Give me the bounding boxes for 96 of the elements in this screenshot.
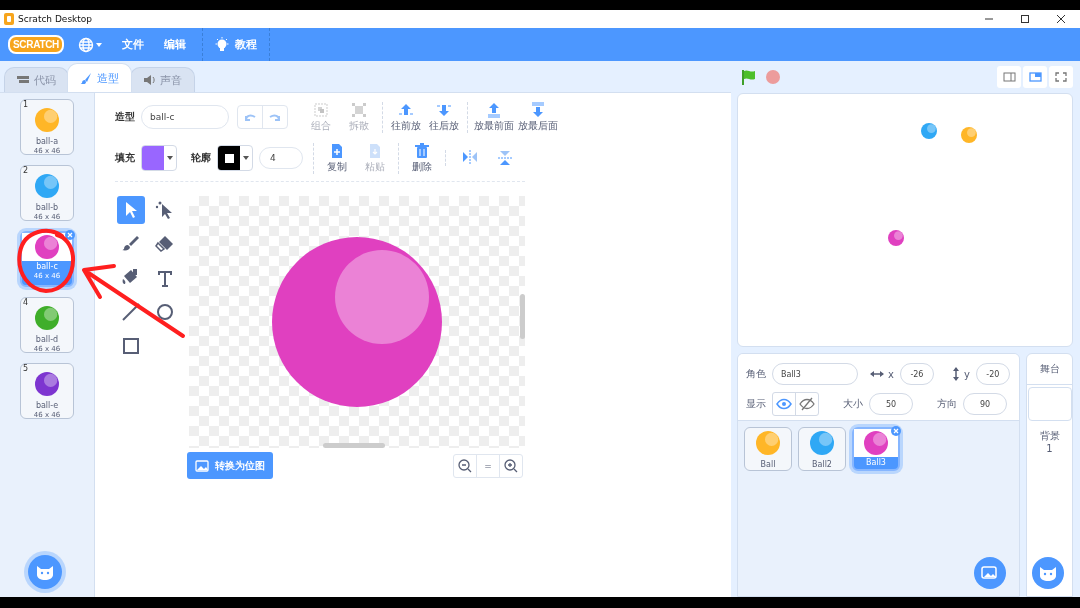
up-arrow-icon [486, 101, 502, 118]
maximize-icon[interactable] [1020, 14, 1030, 24]
delete-icon[interactable] [891, 426, 901, 436]
costume-name: ball-e [35, 401, 59, 411]
scrollbar[interactable] [520, 294, 525, 339]
ungroup-icon [351, 101, 367, 118]
ball-sprite [961, 127, 977, 143]
ball-icon [35, 108, 59, 132]
costume-name: ball-d [35, 335, 59, 345]
costume-name: ball-a [35, 137, 59, 147]
delete-icon[interactable] [65, 230, 75, 240]
ball-icon [756, 431, 780, 455]
sprite-label: 角色 [746, 367, 766, 381]
costume-number: 1 [23, 100, 29, 109]
code-tab-icon [17, 74, 29, 86]
flag-icon[interactable] [741, 69, 757, 85]
horizontal-arrow-icon [870, 370, 884, 378]
sprite-name: Ball3 [866, 458, 886, 467]
direction-label: 方向 [937, 397, 957, 411]
caret-icon [167, 156, 173, 160]
outline-label: 轮廓 [191, 151, 211, 165]
ball-sprite [888, 230, 904, 246]
sprite-tile[interactable]: Ball2 [798, 427, 846, 471]
ball-icon [810, 431, 834, 455]
costume-number: 2 [23, 166, 29, 175]
fill-color-picker[interactable] [141, 145, 177, 171]
backdrop-thumbnail [1027, 387, 1072, 421]
toolbar-button[interactable]: 放最前面 [474, 101, 514, 133]
ball-icon [35, 174, 59, 198]
cat-icon [35, 563, 55, 581]
add-costume-button[interactable] [28, 555, 62, 589]
flip-horizontal-icon[interactable] [462, 150, 478, 164]
paste-icon [367, 142, 383, 159]
sprite-name: Ball [760, 460, 776, 469]
ball-icon [35, 235, 59, 259]
ball-icon [35, 306, 59, 330]
scrollbar[interactable] [323, 443, 385, 448]
costume-name-field[interactable]: ball-c [141, 105, 229, 129]
app-icon [4, 13, 14, 25]
size-field[interactable]: 50 [869, 393, 913, 415]
close-icon[interactable] [1056, 14, 1066, 24]
picture-icon [981, 565, 999, 581]
y-label: y [963, 368, 970, 380]
x-label: x [888, 368, 894, 380]
circle-tool-icon [154, 301, 176, 323]
outline-width-field[interactable]: 4 [259, 147, 303, 169]
up-arrow-icon [398, 101, 414, 118]
eraser-tool-icon [154, 233, 176, 255]
size-label: 大小 [843, 397, 863, 411]
toolbar-button[interactable]: 放最后面 [518, 101, 558, 133]
tool-button[interactable] [117, 196, 145, 224]
trash-icon [414, 142, 430, 159]
x-field[interactable]: -26 [899, 363, 934, 385]
outline-color-picker[interactable] [217, 145, 253, 171]
caret-icon [243, 156, 249, 160]
small-stage-icon[interactable] [997, 66, 1021, 88]
line-tool-icon [120, 301, 142, 323]
toolbar-button[interactable]: 往后放 [427, 101, 461, 133]
vertical-arrow-icon [951, 367, 960, 381]
toolbar-button[interactable]: 删除 [405, 142, 439, 174]
costume-label: 造型 [115, 110, 135, 124]
window-title: Scratch Desktop [18, 14, 94, 24]
globe-icon[interactable] [78, 36, 105, 53]
large-stage-icon[interactable] [1023, 66, 1047, 88]
show-label: 显示 [746, 397, 766, 411]
direction-field[interactable]: 90 [963, 393, 1007, 415]
costume-name: ball-c [36, 262, 58, 272]
sprite-tile[interactable]: Ball [744, 427, 792, 471]
backdrops-count: 1 [1046, 442, 1053, 455]
ball-icon [35, 372, 59, 396]
lightbulb-icon [215, 36, 230, 53]
stage-selector[interactable]: 舞台 背景 1 [1026, 353, 1073, 597]
costume-number: 4 [23, 298, 29, 307]
costume-tab-icon [80, 72, 92, 84]
sprite-name-field[interactable]: Ball3 [772, 363, 858, 385]
y-field[interactable]: -20 [975, 363, 1010, 385]
stage-title: 舞台 [1027, 354, 1072, 385]
toolbar-button[interactable]: 往前放 [389, 101, 423, 133]
sprite-name: Ball2 [812, 460, 832, 469]
sound-tab-icon [143, 74, 155, 86]
flip-vertical-icon[interactable] [498, 150, 512, 166]
rectangle-tool-icon [120, 335, 142, 357]
cat-icon [1038, 564, 1058, 582]
copy-icon [329, 142, 345, 159]
stop-icon[interactable] [765, 69, 781, 85]
group-icon [313, 101, 329, 118]
costume-name: ball-b [35, 203, 59, 213]
fill-label: 填充 [115, 151, 135, 165]
image-icon [195, 459, 209, 472]
costume-number: 5 [23, 364, 29, 373]
fullscreen-icon[interactable] [1049, 66, 1073, 88]
down-arrow-icon [530, 101, 546, 118]
ball-icon [864, 431, 888, 455]
backdrops-label: 背景 [1039, 429, 1060, 442]
ball-sprite [921, 123, 937, 139]
toolbar-button[interactable]: 复制 [320, 142, 354, 174]
